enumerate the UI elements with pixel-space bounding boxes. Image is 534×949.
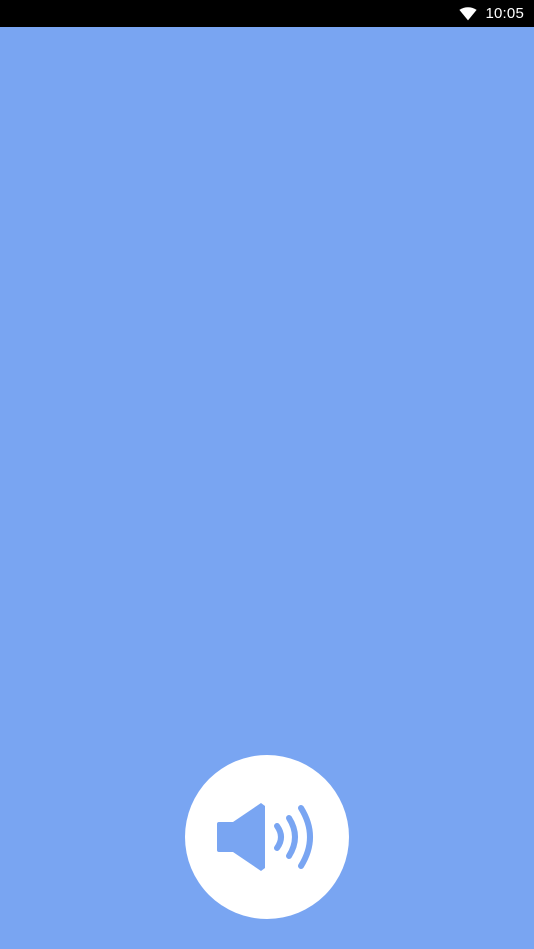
status-time: 10:05 [485, 5, 524, 22]
main-canvas [0, 27, 534, 949]
wifi-icon [459, 6, 478, 21]
speaker-volume-icon [215, 800, 319, 874]
speaker-button[interactable] [185, 755, 349, 919]
status-icons: 10:05 [459, 0, 524, 27]
status-bar: 10:05 [0, 0, 534, 27]
